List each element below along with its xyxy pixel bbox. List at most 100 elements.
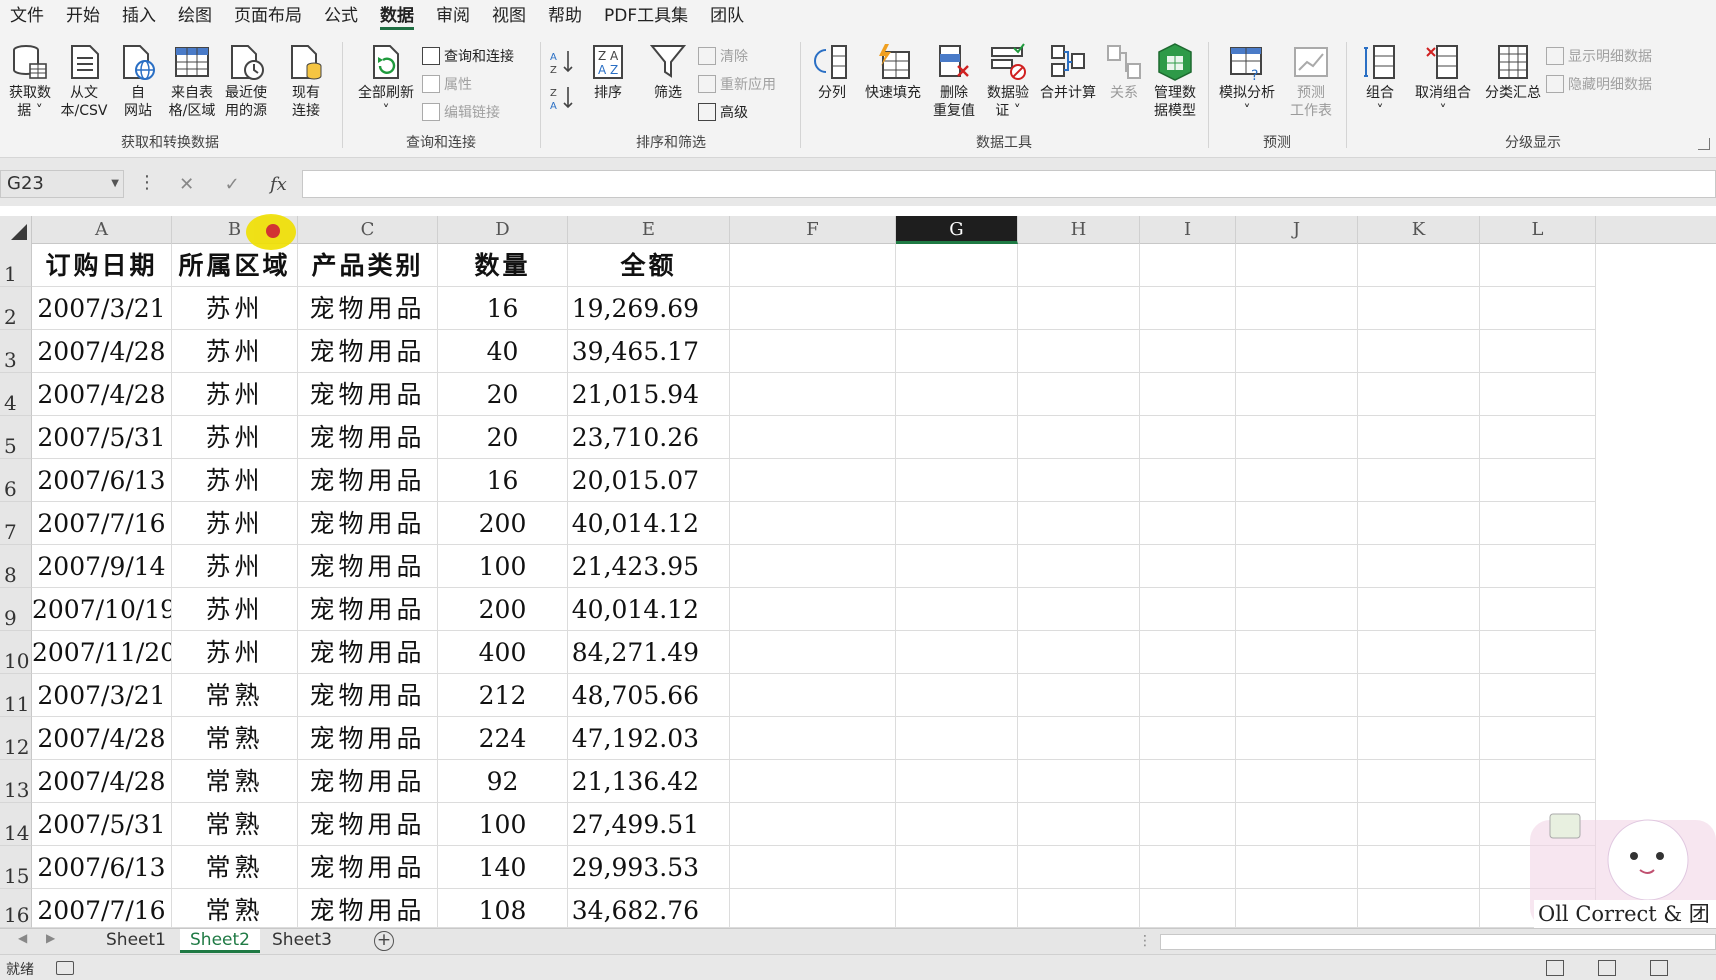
table-cell[interactable]: 2007/11/20: [32, 631, 172, 674]
row-header[interactable]: 5: [0, 416, 32, 459]
table-cell[interactable]: 47,192.03: [568, 717, 730, 760]
table-cell[interactable]: 苏州: [172, 287, 298, 330]
table-cell[interactable]: 84,271.49: [568, 631, 730, 674]
row-header[interactable]: 2: [0, 287, 32, 330]
column-header-h[interactable]: H: [1018, 216, 1140, 244]
column-header-a[interactable]: A: [32, 216, 172, 244]
table-cell[interactable]: [896, 244, 1018, 287]
table-cell[interactable]: 宠物用品: [298, 674, 438, 717]
get-data-button[interactable]: 获取数 据 ˅: [2, 36, 58, 128]
refresh-all-button[interactable]: 全部刷新 ˅: [354, 36, 418, 128]
table-cell[interactable]: 宠物用品: [298, 588, 438, 631]
name-box[interactable]: G23 ▼: [0, 170, 124, 198]
table-cell[interactable]: [1018, 373, 1140, 416]
tab-sheet3[interactable]: Sheet3: [264, 929, 340, 953]
row-header[interactable]: 8: [0, 545, 32, 588]
table-cell[interactable]: [1236, 459, 1358, 502]
remove-duplicates-button[interactable]: 删除 重复值: [928, 36, 980, 128]
table-cell[interactable]: 2007/4/28: [32, 760, 172, 803]
table-cell[interactable]: [1140, 631, 1236, 674]
row-header[interactable]: 1: [0, 244, 32, 287]
table-cell[interactable]: 2007/3/21: [32, 674, 172, 717]
table-cell[interactable]: 2007/3/21: [32, 287, 172, 330]
from-web-button[interactable]: 自 网站: [110, 36, 166, 128]
table-cell[interactable]: [1140, 459, 1236, 502]
table-cell[interactable]: [896, 502, 1018, 545]
insert-function-icon[interactable]: fx: [270, 174, 287, 195]
table-cell[interactable]: 2007/4/28: [32, 717, 172, 760]
column-header-c[interactable]: C: [298, 216, 438, 244]
table-cell[interactable]: [1236, 330, 1358, 373]
manage-data-model-button[interactable]: 管理数 据模型: [1148, 36, 1202, 128]
hide-detail-button[interactable]: 隐藏明细数据: [1546, 72, 1652, 96]
table-cell[interactable]: [1018, 459, 1140, 502]
sort-button[interactable]: Z AA Z 排序: [580, 36, 636, 128]
table-cell[interactable]: [1140, 244, 1236, 287]
menu-item[interactable]: 文件: [10, 0, 44, 32]
table-cell[interactable]: [730, 287, 896, 330]
table-cell[interactable]: 20,015.07: [568, 459, 730, 502]
table-cell[interactable]: 2007/5/31: [32, 803, 172, 846]
table-cell[interactable]: [730, 545, 896, 588]
table-cell[interactable]: 2007/5/31: [32, 416, 172, 459]
table-cell[interactable]: 29,993.53: [568, 846, 730, 889]
table-cell[interactable]: 苏州: [172, 459, 298, 502]
table-cell[interactable]: [1358, 588, 1480, 631]
table-cell[interactable]: [1018, 502, 1140, 545]
table-cell[interactable]: [1358, 373, 1480, 416]
table-cell[interactable]: [1480, 373, 1596, 416]
table-cell[interactable]: [1358, 330, 1480, 373]
table-cell[interactable]: [1480, 717, 1596, 760]
column-header-e[interactable]: E: [568, 216, 730, 244]
table-cell[interactable]: [730, 373, 896, 416]
table-cell[interactable]: 21,136.42: [568, 760, 730, 803]
table-cell[interactable]: [1480, 588, 1596, 631]
table-cell[interactable]: [730, 244, 896, 287]
from-text-csv-button[interactable]: 从文 本/CSV: [56, 36, 112, 128]
table-cell[interactable]: [1480, 674, 1596, 717]
what-if-analysis-button[interactable]: ? 模拟分析 ˅: [1214, 36, 1280, 128]
table-cell[interactable]: 常熟: [172, 803, 298, 846]
table-cell[interactable]: [730, 846, 896, 889]
table-cell[interactable]: 21,015.94: [568, 373, 730, 416]
formula-input[interactable]: [302, 170, 1716, 198]
tab-sheet2[interactable]: Sheet2: [180, 929, 260, 953]
table-cell[interactable]: [1140, 545, 1236, 588]
table-cell[interactable]: 200: [438, 588, 568, 631]
table-cell[interactable]: 2007/6/13: [32, 459, 172, 502]
sort-desc-button[interactable]: ZA: [550, 86, 574, 111]
row-header[interactable]: 11: [0, 674, 32, 717]
table-cell[interactable]: [1480, 760, 1596, 803]
table-cell[interactable]: [1480, 545, 1596, 588]
subtotal-button[interactable]: 分类汇总: [1480, 36, 1546, 128]
table-cell[interactable]: [1140, 760, 1236, 803]
table-cell[interactable]: [730, 416, 896, 459]
table-cell[interactable]: [730, 803, 896, 846]
relationships-button[interactable]: 关系: [1102, 36, 1146, 128]
table-cell[interactable]: [1236, 674, 1358, 717]
table-cell[interactable]: [896, 631, 1018, 674]
table-cell[interactable]: [896, 287, 1018, 330]
table-cell[interactable]: [1358, 717, 1480, 760]
filter-button[interactable]: 筛选: [640, 36, 696, 128]
table-cell[interactable]: [1480, 416, 1596, 459]
table-cell[interactable]: 200: [438, 502, 568, 545]
table-cell[interactable]: [1358, 631, 1480, 674]
row-header[interactable]: 16: [0, 889, 32, 928]
table-cell[interactable]: 400: [438, 631, 568, 674]
more-icon[interactable]: ⋮: [138, 172, 156, 193]
table-cell[interactable]: [1018, 846, 1140, 889]
table-cell[interactable]: [1236, 244, 1358, 287]
table-cell[interactable]: 宠物用品: [298, 760, 438, 803]
row-header[interactable]: 10: [0, 631, 32, 674]
table-cell[interactable]: 宠物用品: [298, 803, 438, 846]
table-cell[interactable]: [1236, 287, 1358, 330]
table-cell[interactable]: [896, 674, 1018, 717]
table-cell[interactable]: [1236, 373, 1358, 416]
table-cell[interactable]: [1480, 244, 1596, 287]
table-cell[interactable]: [1236, 502, 1358, 545]
menu-item[interactable]: 帮助: [548, 0, 582, 32]
table-cell[interactable]: [1018, 330, 1140, 373]
table-cell[interactable]: 40: [438, 330, 568, 373]
page-break-view-icon[interactable]: [1650, 960, 1668, 976]
